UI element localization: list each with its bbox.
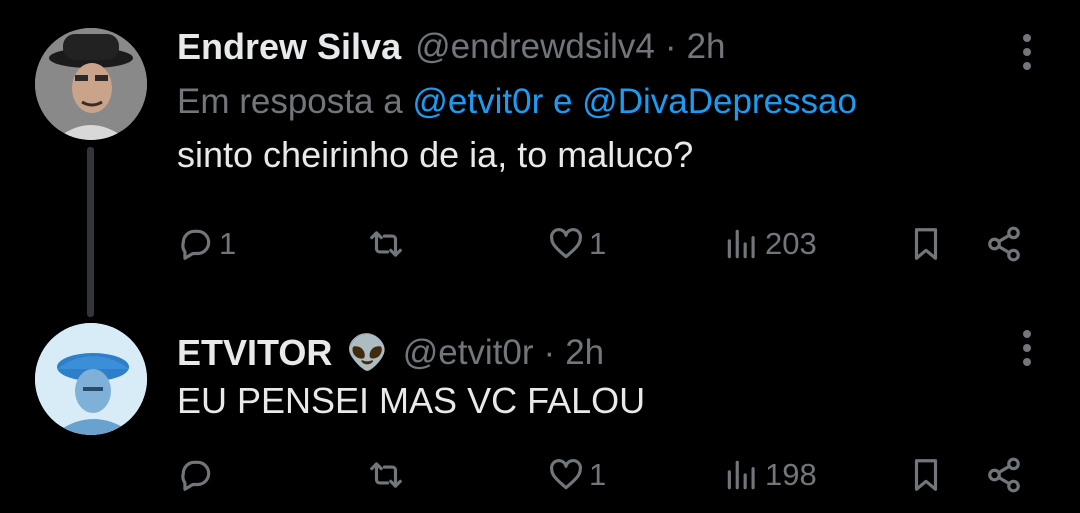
timestamp[interactable]: 2h	[565, 333, 604, 373]
view-count: 198	[765, 457, 817, 492]
tweet-text: sinto cheirinho de ia, to maluco?	[177, 134, 694, 175]
views-icon	[727, 460, 755, 490]
retweet-icon	[370, 462, 402, 488]
alien-emoji: 👽	[346, 334, 389, 372]
views-button[interactable]: 203	[723, 222, 817, 266]
tweet-header: ETVITOR 👽 @etvit0r · 2h	[177, 330, 1040, 376]
avatar[interactable]	[35, 323, 147, 435]
like-icon	[550, 228, 582, 259]
avatar[interactable]	[35, 28, 147, 140]
tweet-endrew[interactable]: Endrew Silva @endrewdsilv4 · 2h Em respo…	[0, 0, 1080, 317]
mention-link[interactable]: @DivaDepressao	[582, 82, 857, 121]
like-count: 1	[589, 457, 607, 492]
author-handle[interactable]: @etvit0r	[403, 333, 534, 373]
like-button[interactable]: 1	[547, 222, 606, 266]
bookmark-icon	[914, 459, 938, 491]
mention-link[interactable]: @etvit0r	[412, 82, 543, 121]
replying-conjunction: e	[552, 82, 573, 121]
reply-button[interactable]	[177, 453, 219, 497]
share-icon	[988, 457, 1020, 493]
action-bar: 1 198	[177, 453, 1040, 497]
reply-button[interactable]: 1	[177, 222, 236, 266]
author-handle[interactable]: @endrewdsilv4	[415, 27, 655, 67]
tweet-content: ETVITOR 👽 @etvit0r · 2h EU PENSEI MAS VC…	[177, 330, 1040, 422]
tweet-header: Endrew Silva @endrewdsilv4 · 2h	[177, 24, 1040, 70]
tweet-etvitor[interactable]: ETVITOR 👽 @etvit0r · 2h EU PENSEI MAS VC…	[0, 310, 1080, 513]
avatar-image	[35, 323, 147, 435]
timestamp[interactable]: 2h	[687, 27, 726, 67]
more-options-icon[interactable]	[1022, 330, 1032, 366]
retweet-button[interactable]	[367, 222, 409, 266]
separator-dot: ·	[543, 333, 556, 372]
separator-dot: ·	[664, 27, 677, 66]
view-count: 203	[765, 226, 817, 261]
reply-icon	[181, 460, 211, 491]
bookmark-button[interactable]	[907, 453, 945, 497]
avatar-image	[35, 28, 147, 140]
like-icon	[550, 459, 582, 490]
views-icon	[727, 229, 755, 259]
like-button[interactable]: 1	[547, 453, 606, 497]
author-name[interactable]: Endrew Silva	[177, 26, 401, 68]
tweet-content: Endrew Silva @endrewdsilv4 · 2h Em respo…	[177, 24, 1040, 176]
action-bar: 1 1 203	[177, 222, 1040, 266]
replying-prefix: Em resposta a	[177, 82, 403, 121]
more-options-icon[interactable]	[1022, 34, 1032, 70]
share-button[interactable]	[985, 222, 1023, 266]
reply-icon	[181, 229, 211, 260]
bookmark-icon	[914, 228, 938, 260]
author-name[interactable]: ETVITOR	[177, 332, 332, 374]
like-count: 1	[589, 226, 607, 261]
thread-line	[87, 147, 94, 317]
tweet-text: EU PENSEI MAS VC FALOU	[177, 380, 646, 421]
replying-to: Em resposta a @etvit0r e @DivaDepressao	[177, 82, 1040, 122]
retweet-button[interactable]	[367, 453, 409, 497]
reply-count: 1	[219, 226, 237, 261]
views-button[interactable]: 198	[723, 453, 817, 497]
bookmark-button[interactable]	[907, 222, 945, 266]
retweet-icon	[370, 231, 402, 257]
share-button[interactable]	[985, 453, 1023, 497]
share-icon	[988, 226, 1020, 262]
